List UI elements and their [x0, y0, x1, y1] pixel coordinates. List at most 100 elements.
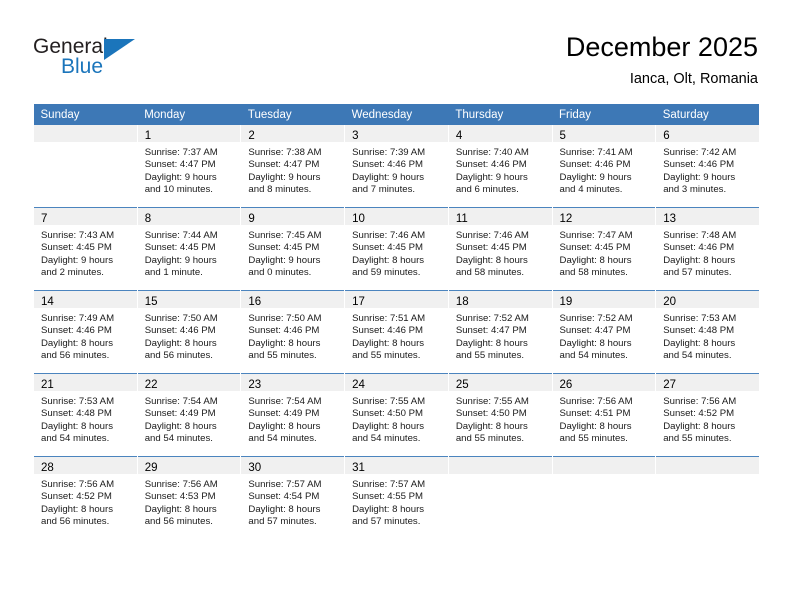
day-info-line: and 0 minutes.	[248, 267, 312, 279]
calendar-day-cell[interactable]: 28 Sunrise: 7:56 AM Sunset: 4:52 PM Dayligh…	[33, 456, 138, 539]
day-info: Sunrise: 7:55 AM Sunset: 4:50 PM Daylight:…	[345, 391, 448, 446]
day-info-line: Sunset: 4:46 PM	[144, 325, 216, 337]
day-number: 8	[144, 213, 152, 225]
calendar-day-cell[interactable]: 24 Sunrise: 7:55 AM Sunset: 4:50 PM Dayligh…	[344, 373, 449, 457]
calendar-day-cell[interactable]: 15 Sunrise: 7:50 AM Sunset: 4:46 PM Dayligh…	[136, 290, 241, 374]
calendar-day-cell[interactable]: 1 Sunrise: 7:37 AM Sunset: 4:47 PM Daylight…	[136, 125, 241, 208]
calendar-day-cell[interactable]: 2 Sunrise: 7:38 AM Sunset: 4:47 PM Daylight…	[240, 125, 345, 208]
weekday-header-thursday: Thursday	[448, 104, 553, 125]
calendar-day-cell[interactable]: 5 Sunrise: 7:41 AM Sunset: 4:46 PM Daylight…	[551, 125, 656, 208]
day-number: 22	[144, 379, 158, 391]
day-info-line: Daylight: 9 hours	[144, 171, 217, 183]
calendar-day-cell[interactable]: 18 Sunrise: 7:52 AM Sunset: 4:47 PM Dayligh…	[447, 290, 553, 374]
calendar-day-cell[interactable]: 29 Sunrise: 7:56 AM Sunset: 4:53 PM Dayligh…	[136, 456, 241, 539]
day-number: 4	[455, 130, 463, 142]
day-info-line: Sunrise: 7:55 AM	[352, 396, 426, 407]
day-info: Sunrise: 7:52 AM Sunset: 4:47 PM Daylight:…	[553, 308, 656, 363]
day-info-line: Sunset: 4:45 PM	[144, 242, 216, 254]
calendar-day-cell[interactable]: 27 Sunrise: 7:56 AM Sunset: 4:52 PM Dayligh…	[655, 373, 760, 457]
day-number-band: 24	[345, 374, 448, 391]
calendar-day-cell[interactable]: 22 Sunrise: 7:54 AM Sunset: 4:49 PM Dayligh…	[136, 373, 241, 457]
day-number: 12	[559, 213, 573, 225]
day-info-line: and 56 minutes.	[41, 516, 110, 528]
day-info-line: Sunset: 4:48 PM	[41, 408, 112, 420]
calendar-day-cell[interactable]: 20 Sunrise: 7:53 AM Sunset: 4:48 PM Dayligh…	[655, 290, 760, 374]
calendar-day-cell[interactable]: 26 Sunrise: 7:56 AM Sunset: 4:51 PM Dayligh…	[551, 373, 656, 457]
day-number-band: 2	[241, 125, 345, 142]
calendar-day-cell[interactable]: 30 Sunrise: 7:57 AM Sunset: 4:54 PM Dayligh…	[240, 456, 345, 539]
day-info-line: Daylight: 9 hours	[248, 254, 321, 266]
day-number-band: 7	[34, 208, 137, 225]
day-info-line: and 54 minutes.	[559, 350, 628, 362]
day-number: 6	[663, 130, 670, 142]
calendar-day-cell[interactable]: 9 Sunrise: 7:45 AM Sunset: 4:45 PM Daylight…	[240, 207, 345, 291]
day-info-line: Sunrise: 7:48 AM	[663, 230, 737, 241]
calendar-day-cell[interactable]: 3 Sunrise: 7:39 AM Sunset: 4:46 PM Daylight…	[344, 125, 449, 208]
calendar-week-row: 21 Sunrise: 7:53 AM Sunset: 4:48 PM Dayligh…	[33, 373, 760, 457]
day-number-band	[656, 457, 760, 474]
day-number-band: 8	[137, 208, 241, 225]
day-number-band: 13	[656, 208, 760, 225]
day-info-line: and 56 minutes.	[144, 516, 213, 528]
day-info-line: Sunset: 4:48 PM	[663, 325, 735, 337]
day-info-line: Daylight: 8 hours	[144, 337, 217, 349]
calendar-day-cell[interactable]: 14 Sunrise: 7:49 AM Sunset: 4:46 PM Dayligh…	[33, 290, 138, 374]
day-info: Sunrise: 7:41 AM Sunset: 4:46 PM Daylight:…	[553, 142, 656, 197]
day-info-line: Daylight: 9 hours	[41, 254, 113, 266]
day-info-line: Sunset: 4:47 PM	[144, 159, 216, 171]
day-info: Sunrise: 7:45 AM Sunset: 4:45 PM Daylight:…	[241, 225, 344, 280]
day-info-line: Daylight: 8 hours	[41, 420, 113, 432]
day-info-line: Sunrise: 7:44 AM	[144, 230, 218, 241]
day-info: Sunrise: 7:52 AM Sunset: 4:47 PM Daylight:…	[449, 308, 552, 363]
calendar-day-cell[interactable]: 8 Sunrise: 7:44 AM Sunset: 4:45 PM Daylight…	[136, 207, 241, 291]
calendar-day-cell[interactable]: 25 Sunrise: 7:55 AM Sunset: 4:50 PM Dayligh…	[447, 373, 553, 457]
logo-text-blue: Blue	[61, 55, 104, 78]
calendar-week-row: 1 Sunrise: 7:37 AM Sunset: 4:47 PM Daylight…	[33, 125, 760, 208]
day-info-line: and 7 minutes.	[352, 184, 416, 196]
day-info-line: Sunset: 4:50 PM	[455, 408, 527, 420]
day-number-band: 15	[137, 291, 241, 308]
calendar-day-cell[interactable]: 31 Sunrise: 7:57 AM Sunset: 4:55 PM Dayligh…	[344, 456, 449, 539]
day-info-line: Daylight: 9 hours	[559, 171, 632, 183]
day-info-line: Daylight: 8 hours	[248, 503, 321, 515]
calendar-day-cell[interactable]: 6 Sunrise: 7:42 AM Sunset: 4:46 PM Daylight…	[655, 125, 760, 208]
day-info-line: Sunset: 4:51 PM	[559, 408, 631, 420]
location-subtitle: Ianca, Olt, Romania	[629, 71, 758, 87]
calendar-day-cell[interactable]: 16 Sunrise: 7:50 AM Sunset: 4:46 PM Dayligh…	[240, 290, 345, 374]
day-info-line: and 55 minutes.	[455, 433, 525, 445]
day-number: 1	[144, 130, 152, 142]
day-info-line: and 57 minutes.	[248, 516, 317, 528]
calendar-day-cell[interactable]: 13 Sunrise: 7:48 AM Sunset: 4:46 PM Dayligh…	[655, 207, 760, 291]
day-number-band: 30	[241, 457, 345, 474]
day-info-line: and 58 minutes.	[455, 267, 525, 279]
calendar-day-cell[interactable]: 10 Sunrise: 7:46 AM Sunset: 4:45 PM Dayligh…	[344, 207, 449, 291]
day-number: 17	[352, 296, 365, 308]
day-number-band	[448, 457, 552, 474]
day-info-line: Daylight: 9 hours	[455, 171, 528, 183]
calendar-day-cell[interactable]: 7 Sunrise: 7:43 AM Sunset: 4:45 PM Daylight…	[33, 207, 138, 291]
day-info-line: and 58 minutes.	[559, 267, 628, 279]
day-info-line: Sunset: 4:50 PM	[352, 408, 424, 420]
day-info-line: Daylight: 8 hours	[352, 337, 425, 349]
logo-text-general: General	[33, 35, 108, 58]
day-info-line: Daylight: 8 hours	[559, 254, 632, 266]
calendar-day-cell[interactable]: 23 Sunrise: 7:54 AM Sunset: 4:49 PM Dayligh…	[240, 373, 345, 457]
day-number: 13	[663, 213, 677, 225]
calendar-page: General Blue December 2025 Ianca, Olt, R…	[0, 0, 792, 612]
day-info-line: Sunset: 4:45 PM	[559, 242, 631, 254]
general-blue-logo[interactable]: General Blue	[33, 36, 153, 84]
day-number-band: 20	[656, 291, 760, 308]
day-info-line: and 55 minutes.	[663, 433, 732, 445]
calendar-day-cell[interactable]: 4 Sunrise: 7:40 AM Sunset: 4:46 PM Daylight…	[447, 125, 553, 208]
calendar-day-cell[interactable]: 17 Sunrise: 7:51 AM Sunset: 4:46 PM Dayligh…	[344, 290, 449, 374]
day-info-line: Daylight: 8 hours	[663, 337, 736, 349]
day-number: 2	[248, 130, 255, 142]
day-number-band: 28	[34, 457, 137, 474]
day-info-line: Daylight: 9 hours	[352, 171, 425, 183]
day-info-line: Sunset: 4:55 PM	[352, 491, 424, 503]
calendar-day-cell[interactable]: 21 Sunrise: 7:53 AM Sunset: 4:48 PM Dayligh…	[33, 373, 138, 457]
calendar-day-cell[interactable]: 11 Sunrise: 7:46 AM Sunset: 4:45 PM Dayligh…	[447, 207, 553, 291]
calendar-day-cell[interactable]: 12 Sunrise: 7:47 AM Sunset: 4:45 PM Dayligh…	[551, 207, 656, 291]
calendar-day-cell[interactable]: 19 Sunrise: 7:52 AM Sunset: 4:47 PM Dayligh…	[551, 290, 656, 374]
day-number-band: 17	[345, 291, 448, 308]
